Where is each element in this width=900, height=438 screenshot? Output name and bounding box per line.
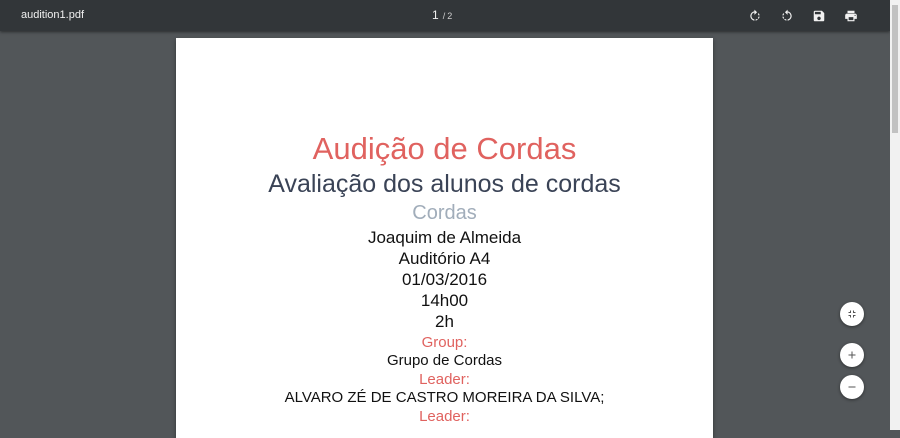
leader-label: Leader: [419,371,470,388]
plus-icon [848,351,856,359]
rotate-counterclockwise-button[interactable] [779,8,795,24]
page-separator: / [442,11,446,21]
current-page-input[interactable]: 1 [432,8,439,22]
file-name: audition1.pdf [21,9,84,21]
total-pages: 2 [447,11,453,21]
rotate-clockwise-button[interactable] [747,8,763,24]
leader-label-2: Leader: [419,408,470,425]
document-subtitle: Avaliação dos alunos de cordas [268,170,621,198]
leader-value: ALVARO ZÉ DE CASTRO MOREIRA DA SILVA; [284,389,605,406]
scrollbar-thumb[interactable] [892,5,898,133]
minus-icon [848,386,856,388]
print-icon [845,10,857,22]
rotate-clockwise-icon [750,9,760,21]
fit-to-page-button[interactable] [840,302,864,326]
document-title: Audição de Cordas [312,131,577,166]
zoom-in-button[interactable] [840,343,864,367]
group-label: Group: [421,334,468,351]
event-time: 14h00 [420,291,469,310]
pdf-toolbar: audition1.pdf 1/2 [0,0,890,31]
document-category: Cordas [412,202,477,224]
teacher-name: Joaquim de Almeida [367,228,522,247]
print-button[interactable] [843,8,859,24]
room-name: Auditório A4 [398,249,491,268]
fit-to-page-icon [848,310,856,318]
event-duration: 2h [435,312,454,331]
save-icon [813,10,825,22]
group-value: Grupo de Cordas [386,352,503,369]
event-date: 01/03/2016 [401,270,488,289]
pdf-page: Audição de Cordas Avaliação dos alunos d… [176,38,713,438]
vertical-scrollbar[interactable] [890,0,900,430]
rotate-counterclockwise-icon [782,9,792,21]
download-button[interactable] [811,8,827,24]
zoom-out-button[interactable] [840,375,864,399]
page-indicator: 1/2 [432,8,452,22]
